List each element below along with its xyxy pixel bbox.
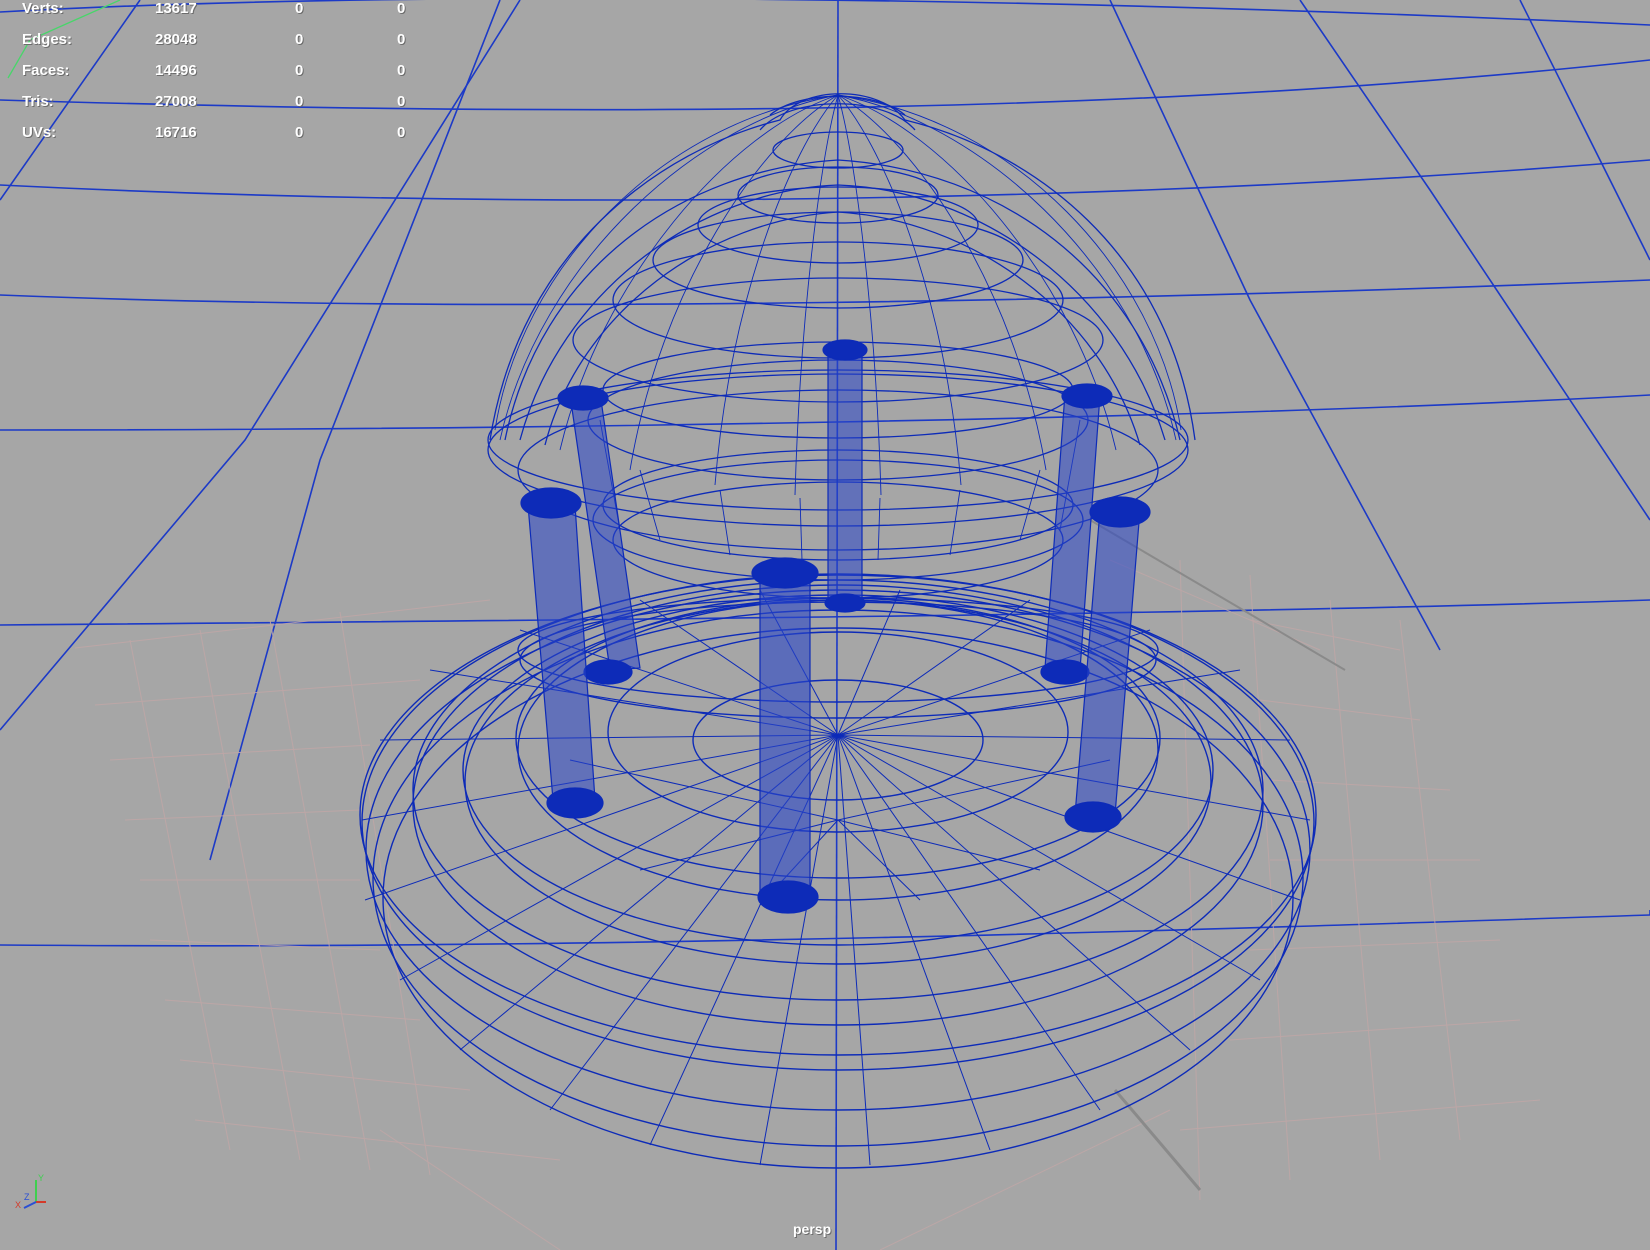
hud-value: 28048: [155, 31, 197, 48]
axis-gizmo-icon: Y Z X: [15, 1173, 46, 1210]
hud-value: 0: [397, 62, 406, 79]
hud-label: Tris:: [22, 93, 54, 110]
axis-y-label: Y: [38, 1173, 44, 1183]
wireframe-scene[interactable]: [0, 0, 1650, 1250]
hud-value: 16716: [155, 124, 197, 141]
hud-value: 0: [397, 31, 406, 48]
hud-value: 27008: [155, 93, 197, 110]
axis-x-label: X: [15, 1200, 21, 1210]
camera-name-label: persp: [793, 1221, 832, 1237]
hud-label: Faces:: [22, 62, 70, 79]
grid-axis-line: [1113, 1089, 1202, 1191]
hud-value: 0: [397, 0, 406, 17]
hud-row-uvs: UVs: 16716 0 0: [0, 124, 440, 144]
hud-value: 0: [397, 93, 406, 110]
column-back-center: [822, 339, 868, 613]
hud-row-tris: Tris: 27008 0 0: [0, 93, 440, 113]
hud-value: 0: [397, 124, 406, 141]
hud-label: Edges:: [22, 31, 73, 48]
hud-row-verts: Verts: 13617 0 0: [0, 0, 440, 20]
hud-value: 0: [295, 0, 304, 17]
axis-z-label: Z: [24, 1192, 30, 1202]
hud-value: 14496: [155, 62, 197, 79]
hud-value: 0: [295, 93, 304, 110]
hud-label: UVs:: [22, 124, 57, 141]
3d-viewport[interactable]: Verts: 13617 0 0 Edges: 28048 0 0 Faces:…: [0, 0, 1650, 1250]
hud-value: 0: [295, 62, 304, 79]
hud-row-faces: Faces: 14496 0 0: [0, 62, 440, 82]
hud-value: 0: [295, 31, 304, 48]
hud-value: 13617: [155, 0, 197, 17]
hud-row-edges: Edges: 28048 0 0: [0, 31, 440, 51]
column-front-center: [751, 557, 819, 914]
hud-value: 0: [295, 124, 304, 141]
heads-up-display: Verts: 13617 0 0 Edges: 28048 0 0 Faces:…: [0, 0, 440, 150]
hud-label: Verts:: [22, 0, 64, 17]
